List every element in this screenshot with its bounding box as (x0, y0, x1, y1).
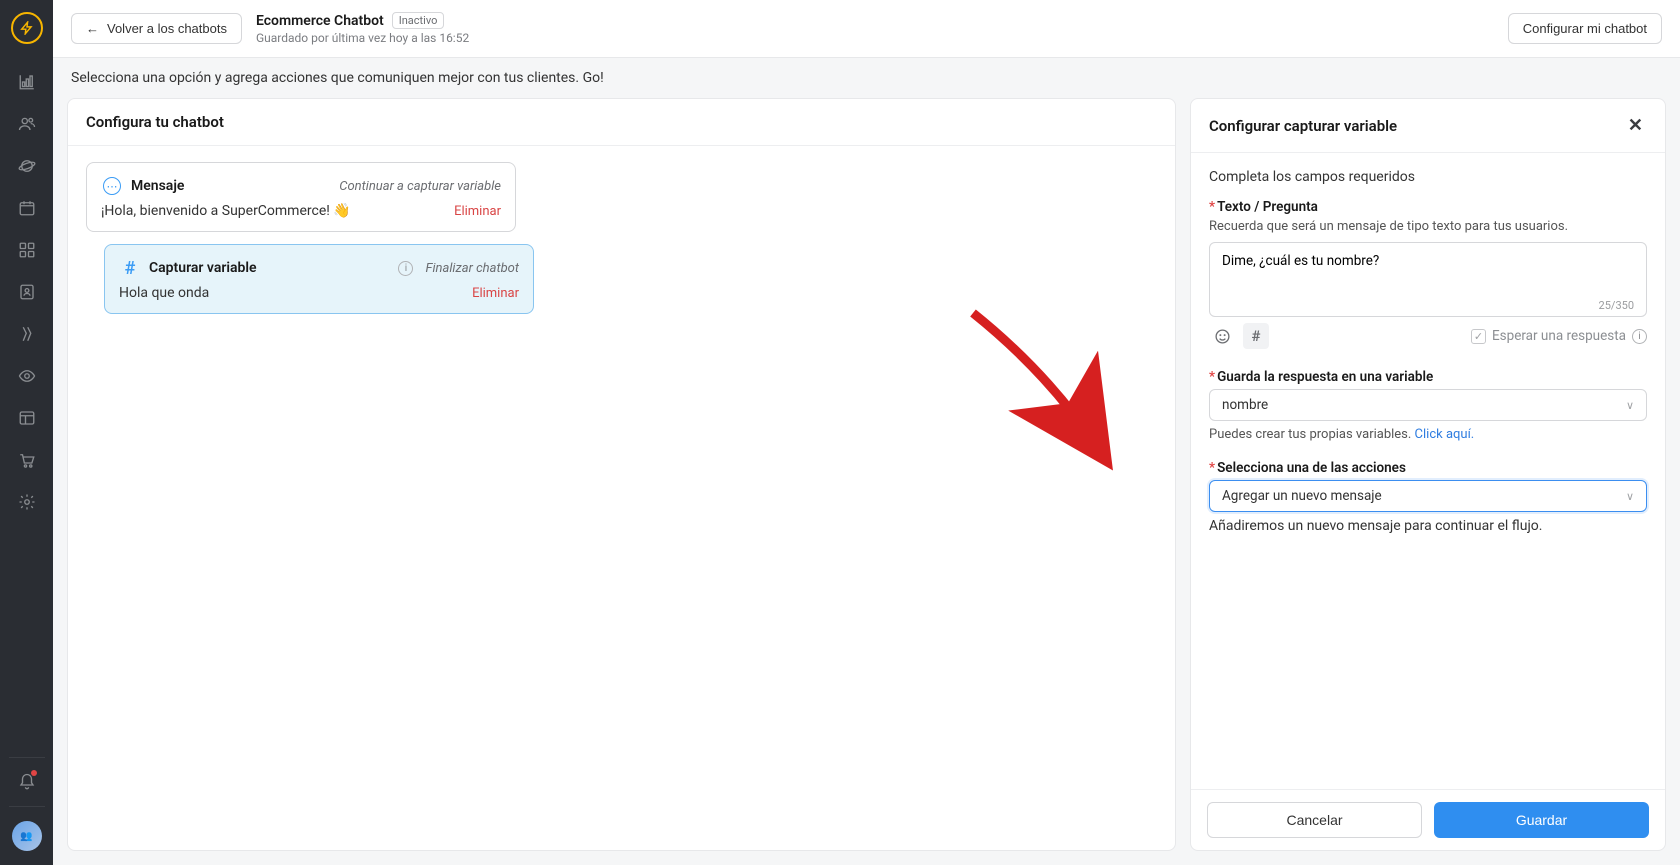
users-icon[interactable] (9, 106, 45, 142)
status-badge: Inactivo (392, 12, 445, 29)
config-panel-title: Configurar capturar variable (1209, 117, 1397, 135)
variable-select[interactable]: nombre ∨ (1209, 389, 1647, 421)
variable-helper: Puedes crear tus propias variables. Clic… (1209, 427, 1647, 442)
cart-icon[interactable] (9, 442, 45, 478)
flow-card-text: ¡Hola, bienvenido a SuperCommerce! 👋 (101, 203, 351, 219)
field-helper: Recuerda que será un mensaje de tipo tex… (1209, 219, 1647, 234)
bell-icon[interactable] (9, 757, 45, 807)
finalize-label: Finalizar chatbot (425, 261, 519, 276)
title-block: Ecommerce Chatbot Inactivo Guardado por … (256, 12, 469, 45)
apps-icon[interactable] (9, 232, 45, 268)
flow-card-title: Mensaje (131, 178, 184, 194)
logo-icon[interactable] (11, 12, 43, 44)
planet-icon[interactable] (9, 148, 45, 184)
emoji-icon[interactable] (1209, 323, 1235, 349)
layout-icon[interactable] (9, 400, 45, 436)
create-variable-link[interactable]: Click aquí. (1415, 427, 1475, 442)
tag-icon[interactable] (9, 316, 45, 352)
info-icon: i (398, 261, 413, 276)
save-button[interactable]: Guardar (1434, 802, 1649, 838)
message-icon: ⋯ (101, 175, 123, 197)
saved-text: Guardado por última vez hoy a las 16:52 (256, 31, 469, 45)
arrow-left-icon: ← (86, 21, 99, 36)
flow-card-message[interactable]: ⋯ Mensaje Continuar a capturar variable … (86, 162, 516, 232)
flow-card-text: Hola que onda (119, 285, 209, 301)
back-label: Volver a los chatbots (107, 21, 227, 36)
sidebar: 👥 (0, 0, 53, 865)
flow-panel-title: Configura tu chatbot (68, 99, 1175, 146)
continue-label: Continuar a capturar variable (339, 179, 501, 194)
form-note: Completa los campos requeridos (1209, 169, 1647, 185)
wait-checkbox[interactable]: ✓ (1471, 329, 1486, 344)
configure-button[interactable]: Configurar mi chatbot (1508, 13, 1662, 44)
variable-insert-icon[interactable]: # (1243, 323, 1269, 349)
delete-link[interactable]: Eliminar (472, 286, 519, 301)
chevron-down-icon: ∨ (1626, 399, 1634, 412)
question-textarea[interactable] (1222, 253, 1634, 295)
delete-link[interactable]: Eliminar (454, 204, 501, 219)
config-panel: Configurar capturar variable ✕ Completa … (1190, 98, 1666, 851)
chevron-down-icon: ∨ (1626, 490, 1634, 503)
char-counter: 25/350 (1222, 299, 1634, 312)
close-icon[interactable]: ✕ (1624, 113, 1647, 138)
flow-card-capture-variable[interactable]: # Capturar variable i Finalizar chatbot … (104, 244, 534, 314)
flow-panel: Configura tu chatbot ⋯ Mensaje Continuar… (67, 98, 1176, 851)
info-icon[interactable]: i (1632, 329, 1647, 344)
topbar: ← Volver a los chatbots Ecommerce Chatbo… (53, 0, 1680, 58)
back-button[interactable]: ← Volver a los chatbots (71, 13, 242, 44)
wait-label: Esperar una respuesta (1492, 328, 1626, 344)
field-label-action: Selecciona una de las acciones (1217, 460, 1406, 476)
action-description: Añadiremos un nuevo mensaje para continu… (1209, 518, 1647, 534)
flow-card-title: Capturar variable (149, 260, 257, 276)
instruction-text: Selecciona una opción y agrega acciones … (53, 58, 1680, 98)
field-label-variable: Guarda la respuesta en una variable (1217, 369, 1433, 385)
action-select[interactable]: Agregar un nuevo mensaje ∨ (1209, 480, 1647, 512)
calendar-icon[interactable] (9, 190, 45, 226)
page-title: Ecommerce Chatbot (256, 13, 384, 29)
avatar[interactable]: 👥 (12, 821, 42, 851)
contact-icon[interactable] (9, 274, 45, 310)
eye-icon[interactable] (9, 358, 45, 394)
chart-icon[interactable] (9, 64, 45, 100)
field-label-text: Texto / Pregunta (1217, 199, 1318, 215)
hash-icon: # (119, 257, 141, 279)
cancel-button[interactable]: Cancelar (1207, 802, 1422, 838)
settings-icon[interactable] (9, 484, 45, 520)
